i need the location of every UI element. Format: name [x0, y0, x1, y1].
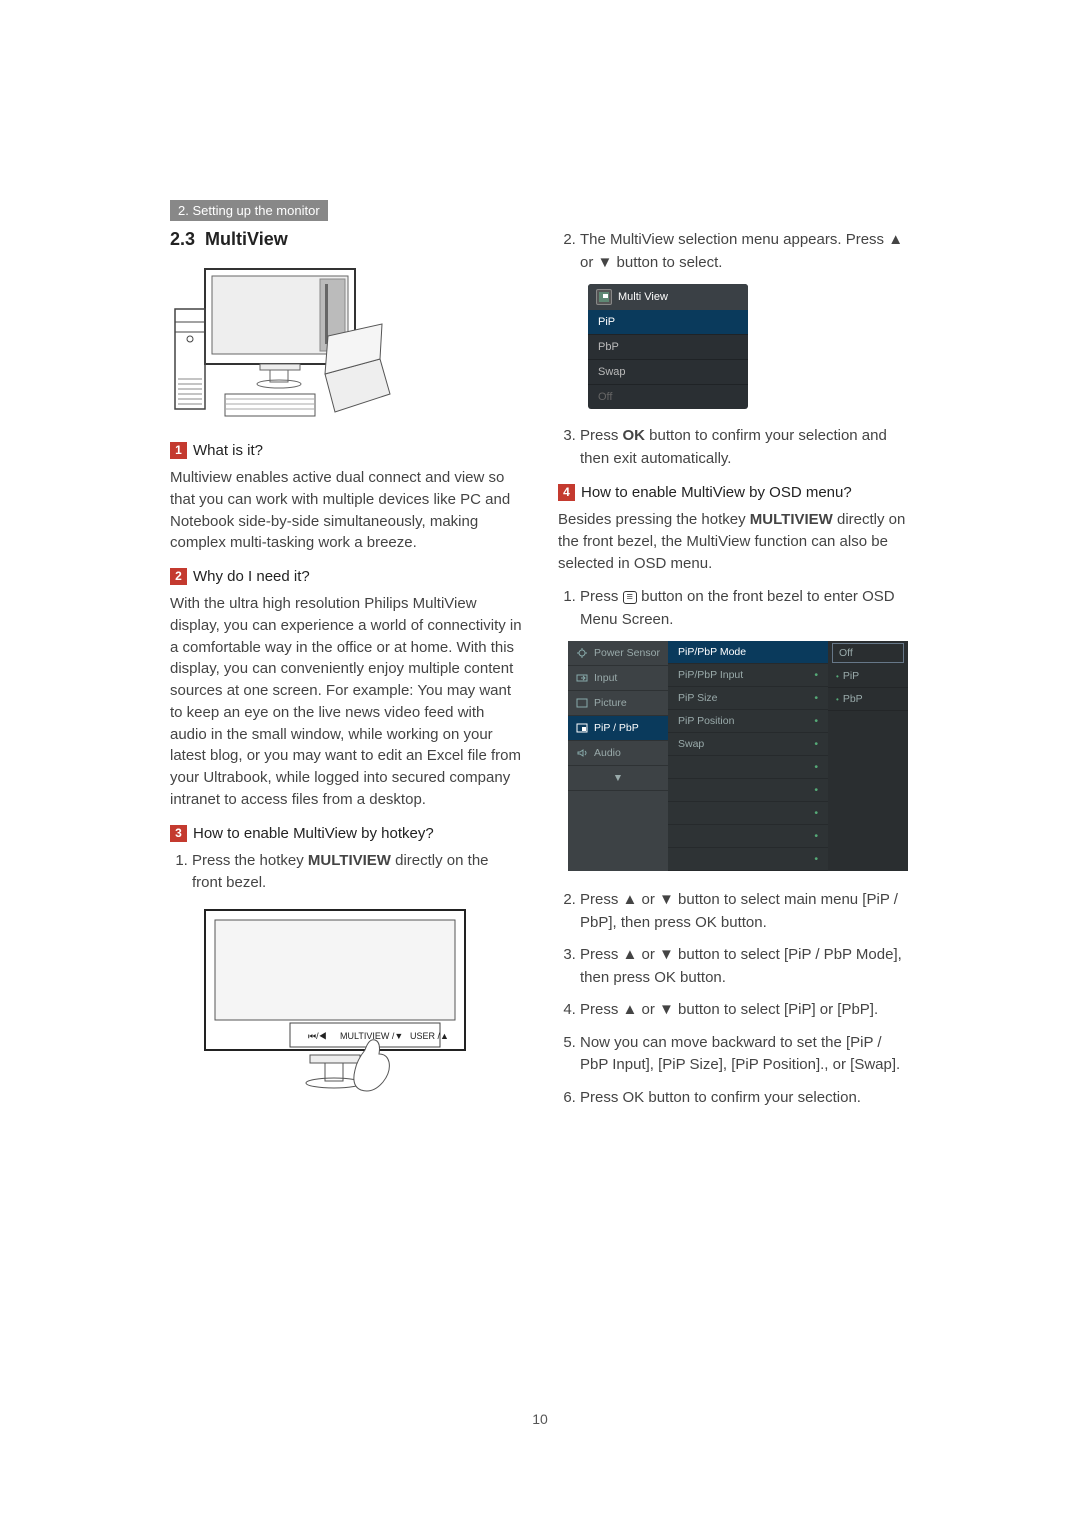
right-steps-a: The MultiView selection menu appears. Pr… — [558, 229, 910, 274]
right-column: The MultiView selection menu appears. Pr… — [558, 229, 910, 1119]
osd-mv-off: Off — [588, 385, 748, 409]
section-title: 2.3 MultiView — [170, 229, 522, 250]
osd-left-input: Input — [568, 666, 668, 691]
osd-main-menu: Power Sensor Input Picture PiP / PbP — [568, 641, 908, 871]
osd-step-2: Press ▲ or ▼ button to select main menu … — [580, 889, 910, 934]
hotkey-heading: 3How to enable MultiView by hotkey? — [170, 825, 522, 842]
osd-right-pbp: •PbP — [828, 688, 908, 711]
osd-right-pane: Off •PiP •PbP — [828, 641, 908, 871]
badge-1: 1 — [170, 442, 187, 459]
osd-mid-position: PiP Position• — [668, 710, 828, 733]
left-column: 2.3 MultiView — [170, 229, 522, 1119]
osd-left-audio: Audio — [568, 741, 668, 766]
pip-icon — [576, 722, 588, 734]
osd-step-6: Press OK button to confirm your selectio… — [580, 1087, 910, 1110]
osd-step-5: Now you can move backward to set the [Pi… — [580, 1032, 910, 1077]
chapter-header: 2. Setting up the monitor — [170, 200, 328, 221]
osd-right-pip: •PiP — [828, 665, 908, 688]
osd-mid-pane: PiP/PbP Mode PiP/PbP Input• PiP Size• Pi… — [668, 641, 828, 871]
why-need-body: With the ultra high resolution Philips M… — [170, 593, 522, 811]
osd-left-pip-pbp: PiP / PbP — [568, 716, 668, 741]
osd-multiview-menu: Multi View PiP PbP Swap Off — [588, 284, 748, 409]
osd-step-3: Press ▲ or ▼ button to select [PiP / PbP… — [580, 944, 910, 989]
osd-mid-swap: Swap• — [668, 733, 828, 756]
picture-icon — [576, 697, 588, 709]
ok-key: OK — [623, 427, 646, 444]
section-number: 2.3 — [170, 229, 195, 249]
osd-mv-pbp: PbP — [588, 335, 748, 360]
badge-3: 3 — [170, 825, 187, 842]
step-press-ok: Press OK button to confirm your selectio… — [580, 425, 910, 470]
why-need-heading: 2Why do I need it? — [170, 568, 522, 585]
bezel-label-mid: MULTIVIEW /▼ — [340, 1031, 403, 1041]
osd-mid-size: PiP Size• — [668, 687, 828, 710]
osd-step-1: Press ≡ button on the front bezel to ent… — [580, 586, 910, 631]
input-icon — [576, 672, 588, 684]
multiview-icon — [596, 289, 612, 305]
osd-intro: Besides pressing the hotkey MULTIVIEW di… — [558, 509, 910, 574]
hotkey-step-1: Press the hotkey MULTIVIEW directly on t… — [192, 850, 522, 895]
osd-heading: 4How to enable MultiView by OSD menu? — [558, 484, 910, 501]
osd-mid-mode: PiP/PbP Mode — [668, 641, 828, 664]
multiview-key: MULTIVIEW — [308, 852, 391, 869]
sensor-icon — [576, 647, 588, 659]
osd-mv-header: Multi View — [588, 284, 748, 310]
hotkey-steps: Press the hotkey MULTIVIEW directly on t… — [170, 850, 522, 895]
bezel-illustration: ⏮/◀ MULTIVIEW /▼ USER /▲ — [200, 905, 522, 1110]
osd-mid-input: PiP/PbP Input• — [668, 664, 828, 687]
right-steps-b: Press OK button to confirm your selectio… — [558, 425, 910, 470]
what-is-it-body: Multiview enables active dual connect an… — [170, 467, 522, 554]
bezel-label-left: ⏮/◀ — [308, 1031, 327, 1041]
osd-step-4: Press ▲ or ▼ button to select [PiP] or [… — [580, 999, 910, 1022]
osd-right-off: Off — [832, 643, 904, 663]
osd-mv-pip: PiP — [588, 310, 748, 335]
osd-mv-swap: Swap — [588, 360, 748, 385]
multiview-illustration — [170, 264, 522, 424]
osd-steps: Press ≡ button on the front bezel to ent… — [558, 586, 910, 631]
what-is-it-heading: 1What is it? — [170, 442, 522, 459]
osd-left-powersensor: Power Sensor — [568, 641, 668, 666]
section-name: MultiView — [205, 229, 288, 249]
audio-icon — [576, 747, 588, 759]
page-number: 10 — [0, 1411, 1080, 1427]
bezel-label-right: USER /▲ — [410, 1031, 449, 1041]
badge-4: 4 — [558, 484, 575, 501]
osd-left-down: ▼ — [568, 766, 668, 791]
menu-button-icon: ≡ — [623, 591, 637, 604]
osd-left-pane: Power Sensor Input Picture PiP / PbP — [568, 641, 668, 871]
osd-steps-2: Press ▲ or ▼ button to select main menu … — [558, 889, 910, 1109]
step-menu-appears: The MultiView selection menu appears. Pr… — [580, 229, 910, 274]
osd-left-picture: Picture — [568, 691, 668, 716]
badge-2: 2 — [170, 568, 187, 585]
